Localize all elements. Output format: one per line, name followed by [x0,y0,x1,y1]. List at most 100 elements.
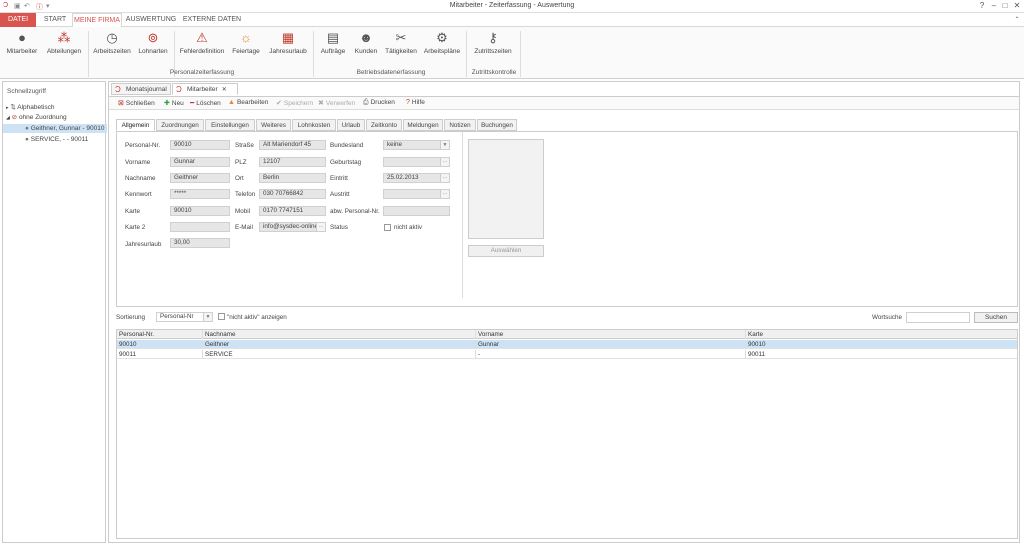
field-vorname[interactable]: Gunnar [170,157,230,167]
label-bundesland: Bundesland [330,142,364,149]
tree-item-service[interactable]: ● SERVICE, - - 90011 [3,135,107,144]
doc-tab-mitarbeiter[interactable]: Ɔ Mitarbeiter ✕ [172,83,238,95]
table-row[interactable]: 90011 SERVICE - 90011 [117,350,1017,359]
ribbon-button-kunden[interactable]: ☻ Kunden [351,30,381,55]
field-email[interactable]: info@sysdec-online ··· [259,222,326,232]
tab-auswertung[interactable]: AUSWERTUNG [124,13,178,27]
column-header-vorname[interactable]: Vorname [476,330,746,339]
field-karte2[interactable] [170,222,230,232]
ribbon-button-zutrittszeiten[interactable]: ⚷ Zutrittszeiten [469,30,517,55]
save-button[interactable]: ✔ Speichern [276,99,313,107]
tab-datei[interactable]: DATEI [0,13,36,27]
search-input[interactable] [906,312,970,323]
field-abw-personalnr[interactable] [383,206,450,216]
tab-meldungen[interactable]: Meldungen [403,119,443,131]
table-row[interactable]: 90010 Geithner Gunnar 90010 [117,340,1017,349]
column-header-karte[interactable]: Karte [746,330,1017,339]
tab-weiteres[interactable]: Weiteres [256,119,291,131]
new-button[interactable]: ✚ Neu [164,99,184,107]
select-photo-button[interactable]: Auswählen [468,245,544,257]
ribbon-button-auftraege[interactable]: ▤ Aufträge [316,30,350,55]
help-button[interactable]: ? Hilfe [406,99,425,106]
sort-select[interactable]: Personal-Nr ▼ [156,312,213,322]
ribbon-button-mitarbeiter[interactable]: ● Mitarbeiter [2,30,42,55]
tab-meine-firma[interactable]: MEINE FIRMA [72,13,122,28]
tab-zuordnungen[interactable]: Zuordnungen [156,119,204,131]
help-window-icon[interactable]: ? [977,1,987,11]
key-person-icon: ⚷ [488,30,498,45]
ribbon-button-lohnarten[interactable]: ⊚ Lohnarten [134,30,172,55]
ribbon-button-jahresurlaub[interactable]: ▦ Jahresurlaub [266,30,310,55]
tree-item-geithner[interactable]: ● Geithner, Gunnar - 90010 [3,124,107,133]
cell-personalnr: 90011 [117,350,203,359]
ribbon-button-abteilungen[interactable]: ⁂ Abteilungen [43,30,85,55]
chevron-down-icon[interactable]: ▼ [203,313,212,321]
suitcase-icon: ▦ [281,30,295,45]
label-ort: Ort [235,175,244,182]
minimize-button[interactable]: – [989,1,999,11]
tab-buchungen[interactable]: Buchungen [477,119,517,131]
tab-einstellungen[interactable]: Einstellungen [205,119,255,131]
field-strasse[interactable]: Alt Mariendorf 45 [259,140,326,150]
collapse-ribbon-icon[interactable]: ⌃ [1012,13,1022,27]
ribbon-button-fehlerdefinition[interactable]: ⚠ Fehlerdefinition [177,30,227,55]
close-record-button[interactable]: ⊠ Schließen [118,99,155,107]
title-bar: Ɔ ▣ ↶ ⓘ ▾ Mitarbeiter - Zeiterfassung - … [0,0,1024,13]
general-form: Personal-Nr. 90010 Vorname Gunnar Nachna… [116,131,1018,307]
field-jahresurlaub[interactable]: 30,00 [170,238,230,248]
chevron-down-icon[interactable]: ▼ [440,141,449,149]
search-button[interactable]: Suchen [974,312,1018,323]
ellipsis-button[interactable]: ··· [440,158,449,166]
field-eintritt[interactable]: 25.02.2013 ··· [383,173,450,183]
ellipsis-button[interactable]: ··· [440,190,449,198]
tab-urlaub[interactable]: Urlaub [337,119,365,131]
table-header: Personal-Nr. Nachname Vorname Karte [117,330,1017,339]
close-window-button[interactable]: ✕ [1012,1,1022,11]
tab-start[interactable]: START [38,13,72,27]
close-tab-icon[interactable]: ✕ [222,87,227,93]
discard-button[interactable]: ✖ Verwerfen [318,99,355,107]
field-telefon[interactable]: 030 70766842 [259,189,326,199]
label-austritt: Austritt [330,191,350,198]
field-karte[interactable]: 90010 [170,206,230,216]
tab-externe-daten[interactable]: EXTERNE DATEN [180,13,244,27]
tree-item-ohne-zuordnung[interactable]: ◢ ⊘ ohne Zuordnung [3,113,107,122]
ribbon-button-arbeitszeiten[interactable]: ◷ Arbeitszeiten [91,30,133,55]
field-nachname[interactable]: Geithner [170,173,230,183]
tab-lohnkosten[interactable]: Lohnkosten [292,119,336,131]
ribbon-button-feiertage[interactable]: ☼ Feiertage [229,30,263,55]
field-geburtstag[interactable]: ··· [383,157,450,167]
field-kennwort[interactable]: ***** [170,189,230,199]
field-ort[interactable]: Berlin [259,173,326,183]
warning-icon: ⚠ [196,30,208,45]
column-header-personalnr[interactable]: Personal-Nr. [117,330,203,339]
ribbon: ● Mitarbeiter ⁂ Abteilungen ◷ Arbeitszeiten… [0,27,1024,79]
ribbon-button-taetigkeiten[interactable]: ✂ Tätigkeiten [382,30,420,55]
field-personalnr[interactable]: 90010 [170,140,230,150]
field-mobil[interactable]: 0170 7747151 [259,206,326,216]
tab-zeitkonto[interactable]: Zeitkonto [366,119,402,131]
sort-label: Sortierung [116,314,146,321]
field-plz[interactable]: 12107 [259,157,326,167]
edit-button[interactable]: ▲ Bearbeiten [228,99,268,106]
ellipsis-button[interactable]: ··· [316,223,325,231]
tab-allgemein[interactable]: Allgemein [116,119,155,131]
show-inactive-checkbox[interactable] [218,313,225,320]
field-austritt[interactable]: ··· [383,189,450,199]
status-checkbox[interactable] [384,224,391,231]
tree-item-alphabetisch[interactable]: ▸ ⇅ Alphabetisch [3,103,107,112]
delete-button[interactable]: ━ Löschen [190,99,221,107]
employee-table: Personal-Nr. Nachname Vorname Karte 9001… [116,329,1018,539]
column-header-nachname[interactable]: Nachname [203,330,476,339]
tab-notizen[interactable]: Notizen [444,119,476,131]
field-bundesland[interactable]: keine ▼ [383,140,450,150]
cell-nachname: Geithner [203,340,476,349]
label-mobil: Mobil [235,208,251,215]
print-button[interactable]: ⎙ Drucken [363,99,395,107]
expand-icon[interactable]: ▸ [6,105,9,111]
maximize-button[interactable]: □ [1000,1,1010,11]
ribbon-button-arbeitsplaene[interactable]: ⚙ Arbeitspläne [421,30,463,55]
collapse-icon[interactable]: ◢ [6,115,10,121]
ellipsis-button[interactable]: ··· [440,174,449,182]
doc-tab-monatsjournal[interactable]: Ɔ Monatsjournal [111,83,171,95]
